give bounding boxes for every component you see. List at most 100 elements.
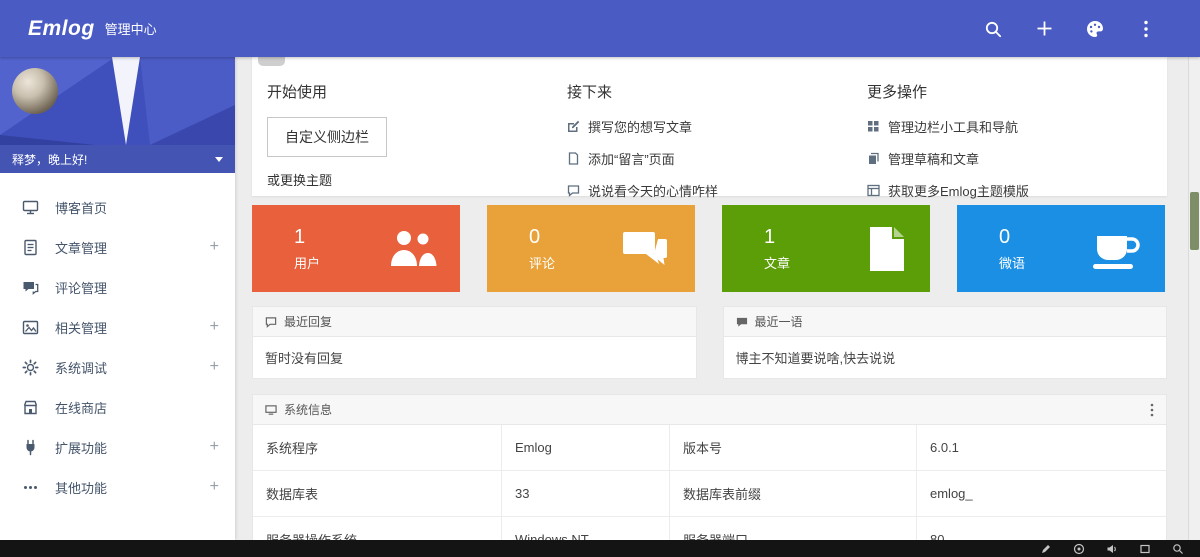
sidebar-item-label: 博客首页 (55, 198, 107, 217)
compose-icon (567, 120, 580, 133)
emlog-logo[interactable]: Emlog (28, 17, 95, 41)
expand-icon[interactable]: + (210, 318, 219, 336)
cell-value: 80 (916, 517, 1166, 540)
stat-cards: 1 用户 0 评论 1 文章 (252, 205, 1167, 292)
stat-value: 0 (529, 226, 555, 248)
post-mood-link[interactable]: 说说看今天的心情咋样 (567, 181, 867, 200)
quickstart-card: 开始使用 自定义侧边栏 或更换主题 接下来 撰写您的想写文章 添加“留言”页面 … (252, 57, 1167, 196)
speaker-icon[interactable] (1106, 543, 1118, 555)
stat-label: 文章 (764, 253, 790, 272)
stat-card-articles[interactable]: 1 文章 (722, 205, 930, 292)
cell-label: 数据库表 (253, 471, 501, 516)
panel-title: 最近回复 (284, 313, 332, 330)
expand-icon[interactable]: + (210, 238, 219, 256)
sidebar-item-extensions[interactable]: 扩展功能 + (0, 427, 235, 467)
cell-value: 6.0.1 (916, 425, 1166, 470)
manage-widgets-link[interactable]: 管理边栏小工具和导航 (867, 117, 1167, 136)
stat-card-users[interactable]: 1 用户 (252, 205, 460, 292)
speech-icon (736, 316, 748, 328)
bottom-taskbar (0, 540, 1200, 557)
sidebar-item-articles[interactable]: 文章管理 + (0, 227, 235, 267)
section-title: 开始使用 (267, 81, 567, 102)
section-title: 更多操作 (867, 81, 1167, 102)
sidebar-menu: 博客首页 文章管理 + 评论管理 相关管理 + 系统调试 (0, 173, 235, 507)
add-icon[interactable] (1032, 17, 1056, 41)
chat-icon (567, 184, 580, 197)
page-icon (567, 152, 580, 165)
scrollbar-thumb[interactable] (1190, 192, 1199, 250)
profile-banner (0, 57, 235, 145)
greeting-text: 释梦，晚上好! (12, 151, 87, 168)
magnifier-icon[interactable] (1172, 543, 1184, 555)
system-info-header: 系统信息 (252, 394, 1167, 425)
table-row: 数据库表 33 数据库表前缀 emlog_ (253, 471, 1166, 517)
sidebar-item-system-debug[interactable]: 系统调试 + (0, 347, 235, 387)
panel-title: 最近一语 (755, 313, 803, 330)
document-icon (22, 239, 39, 256)
theme-palette-icon[interactable] (1083, 17, 1107, 41)
users-icon (386, 226, 438, 272)
sidebar-item-other[interactable]: 其他功能 + (0, 467, 235, 507)
badge-icon[interactable] (1073, 543, 1085, 555)
article-icon (864, 225, 908, 273)
user-avatar[interactable] (12, 68, 58, 114)
store-icon (22, 399, 39, 416)
search-icon[interactable] (981, 17, 1005, 41)
sidebar-item-label: 系统调试 (55, 358, 107, 377)
cell-value: Windows NT (501, 517, 669, 540)
stat-label: 评论 (529, 253, 555, 272)
sidebar-item-comments[interactable]: 评论管理 (0, 267, 235, 307)
navbar-actions (981, 17, 1158, 41)
manage-drafts-link[interactable]: 管理草稿和文章 (867, 149, 1167, 168)
sidebar-item-label: 相关管理 (55, 318, 107, 337)
stat-label: 用户 (294, 253, 320, 272)
stat-card-microposts[interactable]: 0 微语 (957, 205, 1165, 292)
chevron-down-icon (215, 157, 223, 162)
panel-more-icon[interactable] (1150, 403, 1154, 417)
sidebar-item-store[interactable]: 在线商店 (0, 387, 235, 427)
section-title: 系统信息 (284, 401, 332, 418)
dots-icon (22, 479, 39, 496)
comments-icon (22, 279, 39, 296)
table-row: 服务器操作系统 Windows NT 服务器端口 80 (253, 517, 1166, 540)
sidebar-item-label: 评论管理 (55, 278, 107, 297)
expand-icon[interactable]: + (210, 438, 219, 456)
sidebar-item-label: 在线商店 (55, 398, 107, 417)
customize-sidebar-button[interactable]: 自定义侧边栏 (267, 117, 387, 157)
sidebar: 释梦，晚上好! 博客首页 文章管理 + 评论管理 相关管 (0, 57, 235, 540)
window-icon[interactable] (1139, 543, 1151, 555)
expand-icon[interactable]: + (210, 478, 219, 496)
cell-label: 服务器操作系统 (253, 517, 501, 540)
drafts-icon (867, 152, 880, 165)
greeting-bar[interactable]: 释梦，晚上好! (0, 145, 235, 173)
vertical-scrollbar[interactable] (1188, 57, 1200, 540)
plugin-icon (22, 439, 39, 456)
stat-value: 0 (999, 226, 1025, 248)
template-icon (867, 184, 880, 197)
pen-icon[interactable] (1040, 543, 1052, 555)
add-page-link[interactable]: 添加“留言”页面 (567, 149, 867, 168)
image-icon (22, 319, 39, 336)
cell-value: Emlog (501, 425, 669, 470)
stat-value: 1 (764, 226, 790, 248)
sidebar-item-blog-home[interactable]: 博客首页 (0, 187, 235, 227)
stat-card-comments[interactable]: 0 评论 (487, 205, 695, 292)
main-content: 开始使用 自定义侧边栏 或更换主题 接下来 撰写您的想写文章 添加“留言”页面 … (235, 57, 1188, 540)
cell-label: 系统程序 (253, 425, 501, 470)
panel-body: 博主不知道要说啥,快去说说 (723, 337, 1168, 379)
monitor-icon (22, 199, 39, 216)
sidebar-item-related[interactable]: 相关管理 + (0, 307, 235, 347)
expand-icon[interactable]: + (210, 358, 219, 376)
clipped-element (258, 57, 285, 66)
cell-value: emlog_ (916, 471, 1166, 516)
more-menu-icon[interactable] (1134, 17, 1158, 41)
system-info-section: 系统信息 系统程序 Emlog 版本号 6.0.1 数据库表 33 数据库表前缀… (252, 394, 1167, 540)
get-themes-link[interactable]: 获取更多Emlog主题模版 (867, 181, 1167, 200)
recent-replies-panel: 最近回复 暂时没有回复 (252, 306, 697, 379)
write-article-link[interactable]: 撰写您的想写文章 (567, 117, 867, 136)
change-theme-link[interactable]: 或更换主题 (267, 170, 567, 189)
gear-icon (22, 359, 39, 376)
stat-value: 1 (294, 226, 320, 248)
quickstart-next-column: 接下来 撰写您的想写文章 添加“留言”页面 说说看今天的心情咋样 (567, 81, 867, 196)
cell-label: 数据库表前缀 (669, 471, 916, 516)
